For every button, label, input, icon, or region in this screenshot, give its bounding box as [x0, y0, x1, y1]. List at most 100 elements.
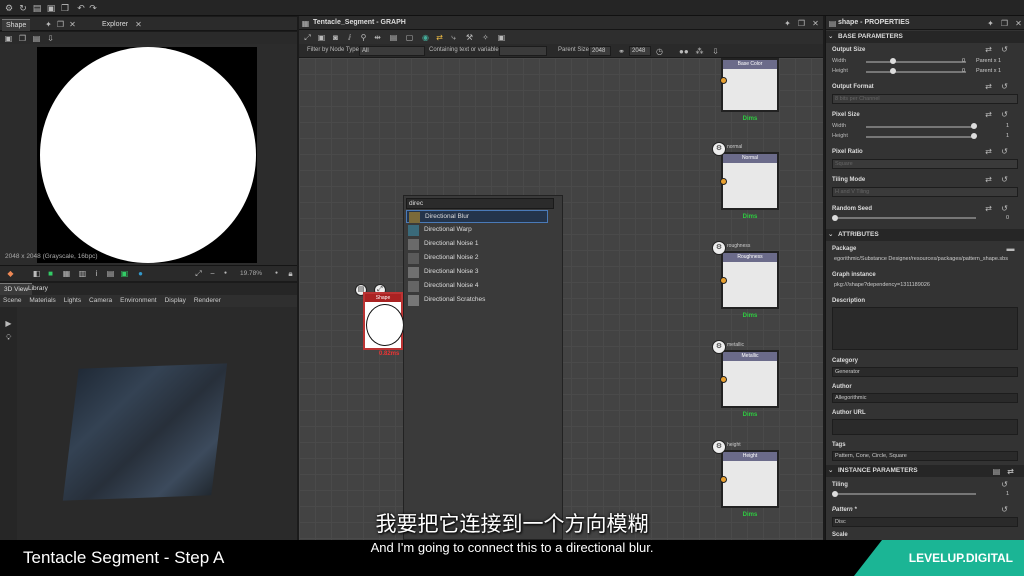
close-icon[interactable]: ✕ — [68, 20, 77, 29]
pixel-width-slider-handle[interactable] — [971, 123, 977, 129]
output-format-select[interactable]: 8 bits per Channel — [832, 94, 1018, 104]
shape-node[interactable]: Shape — [363, 292, 404, 350]
pin-icon[interactable]: ✦ — [44, 20, 53, 29]
width-slider[interactable] — [866, 61, 966, 63]
author-field[interactable]: Allegorithmic — [832, 393, 1018, 403]
node-type-select[interactable]: All — [359, 46, 425, 56]
input-pin[interactable] — [720, 77, 727, 84]
save-icon[interactable]: ▣ — [46, 3, 56, 13]
fit-icon[interactable]: ▣ — [317, 33, 326, 42]
gear-icon[interactable]: ⚙ — [4, 3, 14, 13]
export-icon[interactable]: ⇩ — [46, 34, 55, 43]
viewer2d[interactable]: 2048 x 2048 (Grayscale, 16bpc) — [0, 44, 297, 265]
zoom-icon[interactable]: − — [208, 269, 217, 278]
description-field[interactable] — [832, 307, 1018, 350]
variable-icon[interactable]: ⅈ — [345, 33, 354, 42]
search-icon[interactable]: ⚲ — [359, 33, 368, 42]
float-icon[interactable]: ❐ — [1000, 19, 1009, 28]
folder-icon[interactable]: ▤ — [32, 3, 42, 13]
reset-icon[interactable]: ↺ — [1000, 147, 1009, 156]
tags-field[interactable]: Pattern, Cone, Circle, Square — [832, 451, 1018, 461]
tiling-slider[interactable] — [838, 493, 976, 495]
output-node-base-color[interactable]: Base Color Dims — [720, 58, 779, 122]
section-attributes[interactable]: ⌄ ATTRIBUTES — [826, 229, 1024, 241]
input-pin[interactable] — [720, 178, 727, 185]
search-result-item[interactable]: Directional Noise 2 — [406, 252, 548, 265]
link-icon[interactable]: ⇄ — [435, 33, 444, 42]
split-icon[interactable]: ⤷ — [449, 33, 458, 42]
search-result-item[interactable]: Directional Scratches — [406, 294, 548, 307]
tile-icon[interactable]: ▤ — [106, 269, 115, 278]
pixel-ratio-select[interactable]: Square — [832, 159, 1018, 169]
clock-icon[interactable]: ◷ — [655, 47, 664, 56]
menu-renderer[interactable]: Renderer — [194, 297, 221, 304]
export-icon[interactable]: ⇩ — [711, 47, 720, 56]
search-result-item[interactable]: Directional Noise 1 — [406, 238, 548, 251]
color-icon[interactable]: ● — [136, 269, 145, 278]
histogram-icon[interactable]: ▥ — [78, 269, 87, 278]
frame-icon[interactable]: ⤢ — [303, 33, 312, 42]
function-icon[interactable]: ⇄ — [984, 175, 993, 184]
compare-icon[interactable]: ●● — [679, 47, 689, 56]
reset-all-icon[interactable]: ⇄ — [1006, 467, 1015, 476]
reset-icon[interactable]: ↺ — [1000, 175, 1009, 184]
preset-icon[interactable]: ▤ — [992, 467, 1001, 476]
copy-icon[interactable]: ❐ — [60, 3, 70, 13]
align-icon[interactable]: ⇹ — [373, 33, 382, 42]
layout-icon[interactable]: ▤ — [389, 33, 398, 42]
output-node-normal[interactable]: ⚙ normal Normal Dims — [712, 142, 779, 220]
section-instance-parameters[interactable]: ⌄ INSTANCE PARAMETERS ▤ ⇄ — [826, 465, 1024, 477]
author-url-field[interactable] — [832, 419, 1018, 435]
function-icon[interactable]: ⇄ — [984, 82, 993, 91]
fit-view-icon[interactable]: ⤢ — [194, 269, 203, 278]
float-icon[interactable]: ❐ — [56, 20, 65, 29]
reset-icon[interactable]: ↺ — [1000, 82, 1009, 91]
screenshot-icon[interactable]: ◙ — [331, 33, 340, 42]
light-icon[interactable]: 💡︎ — [4, 333, 13, 342]
function-icon[interactable]: ⇄ — [984, 45, 993, 54]
lock-icon[interactable]: 🔒︎ — [286, 269, 295, 278]
camera-icon[interactable]: ▶ — [4, 319, 13, 328]
reset-icon[interactable]: ↺ — [1000, 45, 1009, 54]
viewer3d[interactable]: ▶ 💡︎ — [0, 307, 297, 540]
tools-icon[interactable]: ⚒ — [465, 33, 474, 42]
close-icon[interactable]: ✕ — [1014, 19, 1023, 28]
redo-icon[interactable]: ↷ — [88, 3, 98, 13]
settings-icon[interactable]: ▣ — [497, 33, 506, 42]
menu-display[interactable]: Display — [165, 297, 186, 304]
channel-green-icon[interactable]: ■ — [46, 269, 55, 278]
close-icon[interactable]: ✕ — [811, 19, 820, 28]
menu-camera[interactable]: Camera — [89, 297, 112, 304]
pixel-height-slider[interactable] — [866, 136, 976, 138]
output-node-height[interactable]: ⚙ height Height Dims — [712, 440, 779, 518]
containing-input[interactable] — [499, 46, 547, 56]
tab-shape[interactable]: Shape — [2, 19, 31, 31]
layers-icon[interactable]: ◆ — [6, 269, 15, 278]
frame-nodes-icon[interactable]: ▢ — [405, 33, 414, 42]
width-slider-handle[interactable] — [890, 58, 896, 64]
pixel-height-slider-handle[interactable] — [971, 133, 977, 139]
pixel-width-slider[interactable] — [866, 126, 976, 128]
category-field[interactable]: Generator — [832, 367, 1018, 377]
random-seed-slider[interactable] — [838, 217, 976, 219]
reset-icon[interactable]: ↺ — [1000, 204, 1009, 213]
height-slider[interactable] — [866, 71, 966, 73]
function-icon[interactable]: ⇄ — [984, 110, 993, 119]
reset-icon[interactable]: ↺ — [1000, 480, 1009, 489]
grid-icon[interactable]: ▦ — [62, 269, 71, 278]
node-search-input[interactable]: direc — [406, 198, 554, 209]
search-result-item[interactable]: Directional Blur — [406, 210, 548, 223]
search-result-item[interactable]: Directional Noise 3 — [406, 266, 548, 279]
pin-icon[interactable]: ✦ — [783, 19, 792, 28]
function-icon[interactable]: ⇄ — [984, 204, 993, 213]
refresh-icon[interactable]: ↻ — [18, 3, 28, 13]
node-icon[interactable]: ⁂ — [695, 47, 704, 56]
output-node-roughness[interactable]: ⚙ roughness Roughness Dims — [712, 241, 779, 319]
search-result-item[interactable]: Directional Warp — [406, 224, 548, 237]
menu-materials[interactable]: Materials — [29, 297, 55, 304]
python-icon[interactable]: ◉ — [421, 33, 430, 42]
height-slider-handle[interactable] — [890, 68, 896, 74]
tab-explorer[interactable]: Explorer — [98, 19, 132, 31]
copy-icon[interactable]: ❐ — [18, 34, 27, 43]
info-icon[interactable]: i — [92, 269, 101, 278]
